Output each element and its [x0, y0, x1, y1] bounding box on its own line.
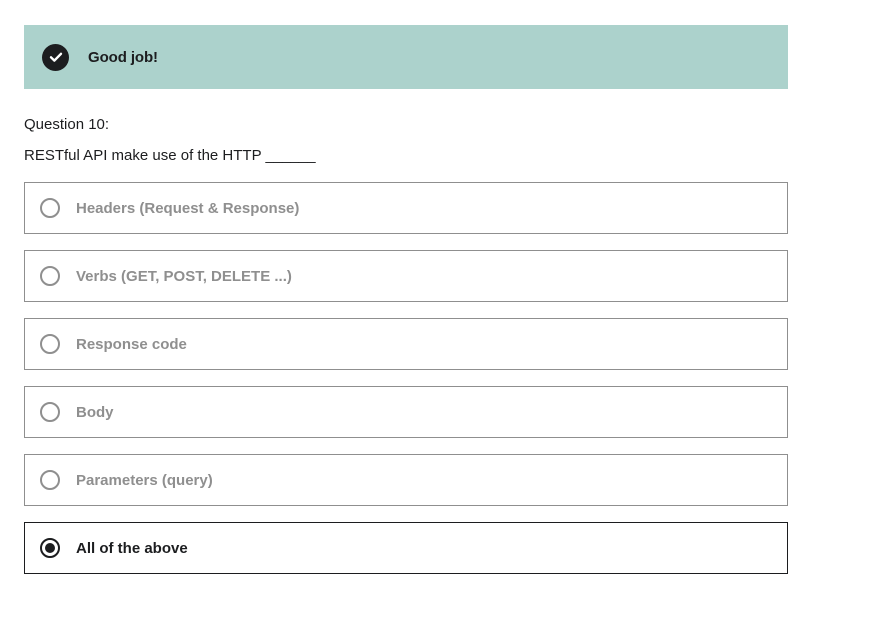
radio-button-icon[interactable] [40, 198, 60, 218]
question-number: Question 10: [24, 116, 110, 133]
answer-option-label: Verbs (GET, POST, DELETE ...) [76, 267, 292, 285]
answer-option-verbs[interactable]: Verbs (GET, POST, DELETE ...) [24, 250, 788, 302]
answer-option-label: Body [76, 403, 114, 421]
answer-option-headers[interactable]: Headers (Request & Response) [24, 182, 788, 234]
question-prompt: RESTful API make use of the HTTP ______ [24, 147, 316, 164]
answer-option-label: Headers (Request & Response) [76, 199, 300, 217]
radio-dot-icon [45, 543, 55, 553]
radio-button-icon[interactable] [40, 334, 60, 354]
answer-option-all-of-the-above[interactable]: All of the above [24, 522, 788, 574]
answer-option-label: Parameters (query) [76, 471, 213, 489]
radio-button-icon[interactable] [40, 266, 60, 286]
radio-button-selected-icon[interactable] [40, 538, 60, 558]
answer-option-response-code[interactable]: Response code [24, 318, 788, 370]
answer-option-parameters[interactable]: Parameters (query) [24, 454, 788, 506]
radio-button-icon[interactable] [40, 402, 60, 422]
success-alert: Good job! [24, 25, 788, 89]
radio-button-icon[interactable] [40, 470, 60, 490]
answer-option-label: All of the above [76, 539, 188, 557]
answer-option-body[interactable]: Body [24, 386, 788, 438]
answer-options: Headers (Request & Response) Verbs (GET,… [24, 182, 788, 590]
answer-option-label: Response code [76, 335, 187, 353]
checkmark-circle-icon [42, 43, 69, 71]
alert-message: Good job! [88, 48, 158, 66]
quiz-page: Good job! Question 10: RESTful API make … [0, 0, 889, 618]
